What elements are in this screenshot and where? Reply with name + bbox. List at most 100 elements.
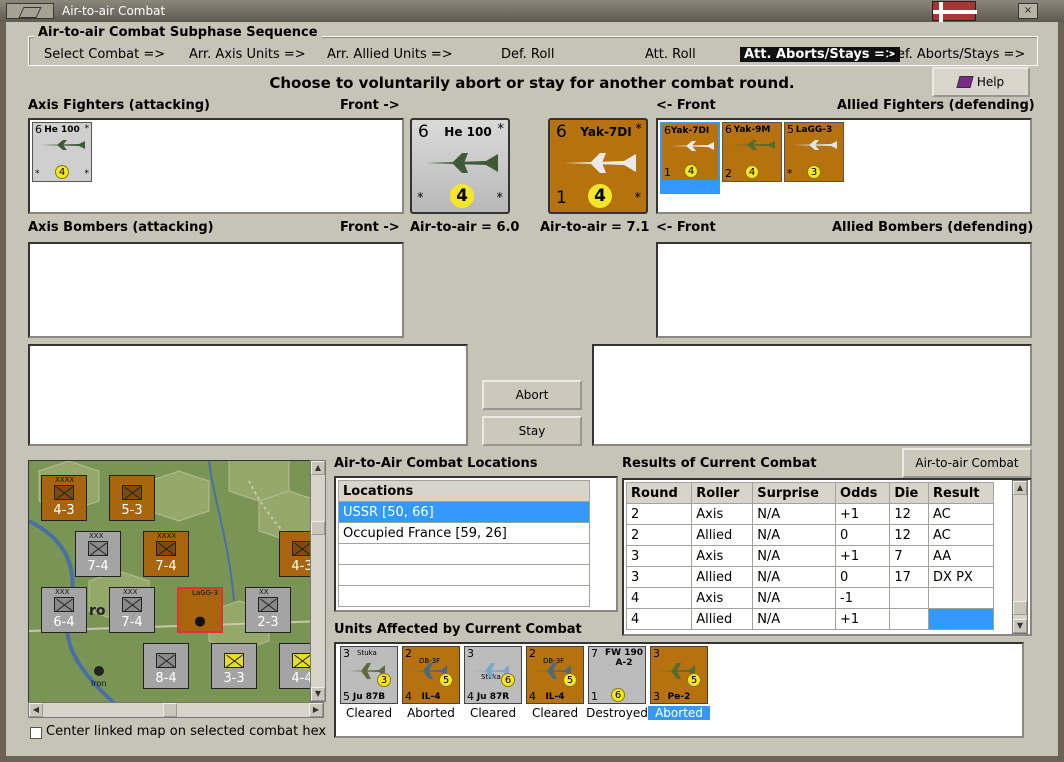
book-icon — [956, 76, 974, 88]
map-vertical-scrollbar[interactable]: ▲ ▼ — [310, 460, 326, 702]
allied-fighter-counter-lagg3[interactable]: 5 LaGG-3 * 3 — [784, 122, 844, 182]
instruction-text: Choose to voluntarily abort or stay for … — [269, 74, 795, 92]
results-scroll-down-icon[interactable]: ▼ — [1013, 619, 1027, 633]
phase-arr-axis: Arr. Axis Units => — [189, 47, 306, 62]
axis-bombers-label: Axis Bombers (attacking) — [28, 220, 214, 235]
front-left-label-1: <- Front — [656, 98, 716, 113]
affected-unit[interactable]: 7 FW 190 A-2 6 1 — [588, 646, 646, 704]
affected-title: Units Affected by Current Combat — [334, 622, 582, 637]
results-scrollbar[interactable]: ▲ ▼ — [1012, 480, 1028, 634]
yak9m-plane-icon — [731, 140, 775, 150]
stay-button[interactable]: Stay — [482, 416, 582, 446]
affected-units-box: 3Stuka 3 5 Ju 87B 2DB-3F 5 4 IL-4 3Stuka… — [334, 642, 1024, 738]
location-row[interactable]: Occupied France [59, 26] — [338, 522, 590, 544]
map-unit[interactable]: XXXX 4-3 — [41, 475, 87, 521]
axis-fighter-counter[interactable]: 6 He 100 * * * 4 — [32, 122, 92, 182]
map-city-label: ro — [89, 603, 106, 619]
affected-unit[interactable]: 3 5 3 Pe-2 — [650, 646, 708, 704]
front-right-label-2: Front -> — [340, 220, 400, 235]
location-row[interactable] — [338, 585, 590, 607]
map-unit[interactable]: XXX 6-4 — [41, 587, 87, 633]
map-unit[interactable]: 3-3 — [211, 643, 257, 689]
map-unit[interactable]: XXX 7-4 — [109, 587, 155, 633]
map-small-label: Iron — [91, 679, 107, 688]
affected-status: Cleared — [345, 706, 393, 720]
results-table-box: Round Roller Surprise Odds Die Result 2A… — [622, 478, 1032, 636]
center-map-checkbox[interactable] — [30, 727, 42, 739]
allied-fighter-counter-yak7di[interactable]: 6 Yak-7DI 1 4 — [660, 122, 720, 182]
axis-info-box — [28, 344, 468, 446]
scroll-left-icon[interactable]: ◀ — [29, 703, 43, 717]
allied-fighters-label: Allied Fighters (defending) — [837, 98, 1035, 113]
col-result: Result — [928, 482, 994, 504]
location-row[interactable] — [338, 543, 590, 565]
results-title: Results of Current Combat — [622, 456, 817, 471]
col-roller: Roller — [691, 482, 754, 504]
phase-arr-allied: Arr. Allied Units => — [327, 47, 453, 62]
abort-button[interactable]: Abort — [482, 380, 582, 410]
scroll-thumb[interactable] — [311, 521, 325, 535]
locations-list[interactable]: Locations USSR [50, 66] Occupied France … — [334, 476, 618, 612]
map-unit[interactable]: 5-3 — [109, 475, 155, 521]
front-left-label-2: <- Front — [656, 220, 716, 235]
location-row[interactable] — [338, 564, 590, 586]
col-die: Die — [889, 482, 930, 504]
map-city-icon — [94, 666, 104, 676]
allied-fighters-box[interactable]: 6 Yak-7DI 1 4 6 Yak-9M 2 4 5 LaGG-3 * 3 — [656, 118, 1032, 214]
he100-plane-icon — [41, 140, 85, 150]
scroll-up-icon[interactable]: ▲ — [311, 461, 325, 475]
main-panel: Air-to-air Combat Subphase Sequence Sele… — [22, 24, 1042, 752]
selected-allied-fighter-counter: 6 Yak-7DI * 1 * 4 — [548, 118, 648, 214]
affected-status-selected: Aborted — [648, 706, 710, 720]
front-right-label-1: Front -> — [340, 98, 400, 113]
results-scroll-up-icon[interactable]: ▲ — [1013, 481, 1027, 495]
col-odds: Odds — [835, 482, 891, 504]
axis-fighters-box[interactable]: 6 He 100 * * * 4 — [28, 118, 404, 214]
result-row: 2 Axis N/A +1 12 AC — [625, 503, 994, 525]
results-scroll-thumb[interactable] — [1013, 601, 1027, 615]
map-unit[interactable]: 8-4 — [143, 643, 189, 689]
scroll-right-icon[interactable]: ▶ — [309, 703, 323, 717]
result-row: 3 Allied N/A 0 17 DX PX — [625, 566, 994, 588]
allied-bombers-box[interactable] — [656, 242, 1032, 338]
window-title: Air-to-air Combat — [62, 4, 166, 18]
affected-status: Aborted — [407, 706, 455, 720]
selection-highlight — [660, 182, 720, 194]
affected-unit[interactable]: 3 Stuka 3 5 Ju 87B — [340, 646, 398, 704]
affected-unit[interactable]: 3Stuka 6 4 Ju 87R — [464, 646, 522, 704]
location-row-selected[interactable]: USSR [50, 66] — [338, 501, 590, 523]
window-menu-icon[interactable] — [6, 3, 54, 19]
help-label: Help — [976, 75, 1005, 89]
map-unit[interactable]: XXXX 7-4 — [143, 531, 189, 577]
axis-fighters-label: Axis Fighters (attacking) — [28, 98, 210, 113]
phase-select-combat: Select Combat => — [44, 47, 166, 62]
locations-title: Air-to-Air Combat Locations — [334, 456, 538, 471]
allied-fighter-counter-yak9m[interactable]: 6 Yak-9M 2 4 — [722, 122, 782, 182]
affected-status: Destroyed — [586, 706, 648, 720]
map-horizontal-scrollbar[interactable]: ◀ ▶ — [28, 702, 324, 718]
affected-unit[interactable]: 2 DB-3F 5 4 IL-4 — [526, 646, 584, 704]
phase-sequence-title: Air-to-air Combat Subphase Sequence — [34, 25, 322, 40]
phase-att-roll: Att. Roll — [645, 47, 696, 62]
map-unit[interactable]: XXX 7-4 — [75, 531, 121, 577]
phase-def-aborts: Def. Aborts/Stays => — [887, 47, 1026, 62]
map-unit[interactable]: XX 2-3 — [245, 587, 291, 633]
result-row: 4 Allied N/A +1 — [625, 608, 994, 630]
phase-att-aborts-active: Att. Aborts/Stays => — [740, 47, 900, 62]
phase-def-roll: Def. Roll — [501, 47, 555, 62]
hscroll-thumb[interactable] — [163, 703, 177, 717]
help-button[interactable]: Help — [932, 67, 1030, 97]
selected-air-unit[interactable]: LaGG-3 ● — [177, 587, 223, 633]
center-map-label: Center linked map on selected combat hex — [46, 724, 327, 739]
lagg3-plane-icon — [793, 140, 837, 150]
close-icon[interactable]: × — [1018, 3, 1038, 19]
affected-unit[interactable]: 2 DB-3F 5 4 IL-4 — [402, 646, 460, 704]
linked-map[interactable]: XXXX 4-3 5-3 XXX 7-4 XXXX 7-4 4-3 XXX 6-4 XX… — [28, 460, 324, 716]
air-to-air-chart-button[interactable]: Air-to-air Combat Chart — [902, 448, 1032, 496]
col-surprise: Surprise — [752, 482, 837, 504]
scroll-down-icon[interactable]: ▼ — [311, 687, 325, 701]
axis-bombers-box[interactable] — [28, 242, 404, 338]
yak7di-plane-icon — [670, 141, 714, 151]
locations-header: Locations — [338, 480, 590, 502]
result-row: 4 Axis N/A -1 — [625, 587, 994, 609]
